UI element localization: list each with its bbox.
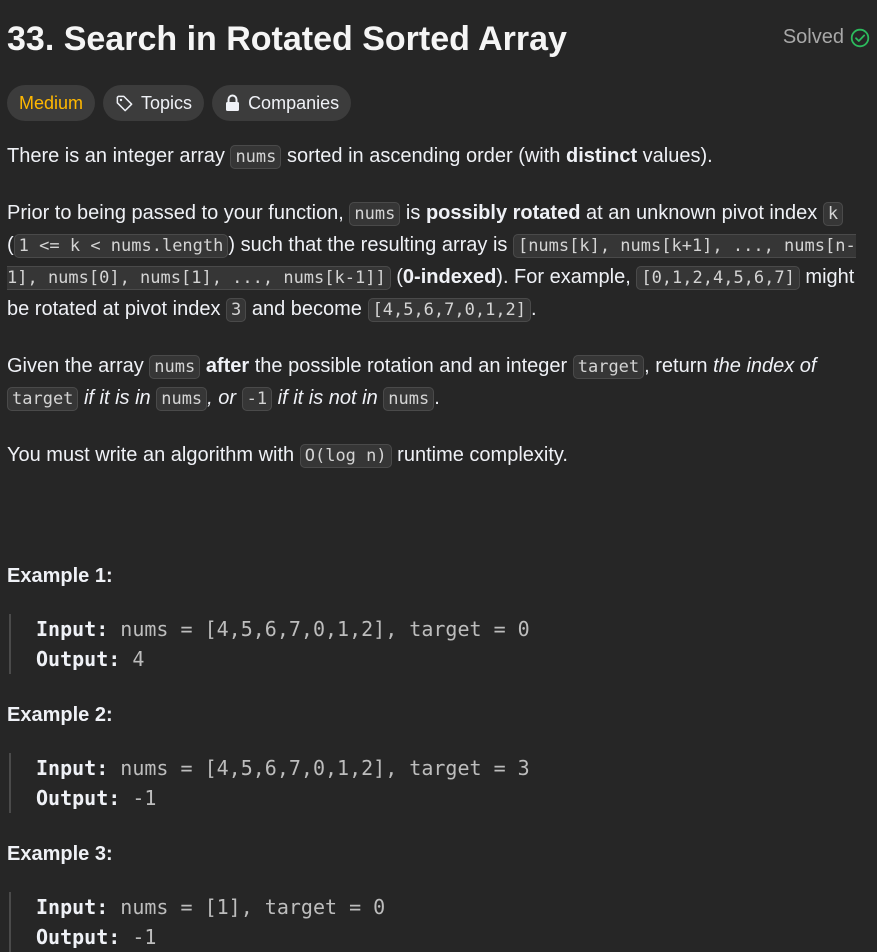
text: runtime complexity. [391,444,568,466]
text: ) such that the resulting array is [228,234,513,256]
bold-text: after [205,355,250,377]
output-label: Output: [36,925,121,949]
input-label: Input: [36,756,109,780]
inline-code: [0,1,2,4,5,6,7] [636,266,800,290]
text: You must write an algorithm with [7,444,300,466]
example-title: Example 3: [7,843,113,865]
text: ( [7,234,14,256]
input-value: nums = [4,5,6,7,0,1,2], target = 3 [120,756,530,780]
output-value: 4 [132,647,145,671]
companies-button[interactable]: Companies [212,85,352,121]
difficulty-badge: Medium [7,85,96,121]
description-paragraph-1: There is an integer array nums sorted in… [7,141,870,173]
difficulty-label: Medium [19,92,84,113]
companies-label: Companies [248,92,340,113]
text: Prior to being passed to your function, [7,202,350,224]
text: There is an integer array [7,145,231,167]
problem-title[interactable]: 33. Search in Rotated Sorted Array [7,20,567,59]
text: . [531,298,537,320]
problem-header: 33. Search in Rotated Sorted Array Solve… [7,0,870,80]
text: ( [390,266,403,288]
bold-text: distinct [565,145,638,167]
text: and become [246,298,368,320]
example-block: Input: nums = [1], target = 0 Output: -1 [9,892,870,952]
inline-code: O(log n) [299,444,392,468]
text: sorted in ascending order (with [281,145,566,167]
italic-text: if it is not in [272,387,384,409]
check-circle-icon [850,28,870,47]
topics-button[interactable]: Topics [103,85,205,121]
example-block: Input: nums = [4,5,6,7,0,1,2], target = … [9,614,870,674]
example-1: Example 1: Input: nums = [4,5,6,7,0,1,2]… [7,561,870,674]
text: values). [637,145,713,167]
inline-code: nums [156,387,208,411]
inline-code: nums [383,387,435,411]
italic-text: , or [207,387,242,409]
example-output-line: Output: -1 [36,783,870,813]
inline-code: nums [230,145,282,169]
example-input-line: Input: nums = [4,5,6,7,0,1,2], target = … [36,614,870,644]
inline-code: 1 <= k < nums.length [13,234,229,258]
example-output-line: Output: 4 [36,644,870,674]
example-output-line: Output: -1 [36,922,870,952]
example-block: Input: nums = [4,5,6,7,0,1,2], target = … [9,753,870,813]
input-value: nums = [1], target = 0 [120,895,386,919]
output-label: Output: [36,786,121,810]
text: the possible rotation and an integer [249,355,573,377]
output-value: -1 [132,786,157,810]
bold-text: possibly rotated [425,202,581,224]
output-label: Output: [36,647,121,671]
problem-tags: Medium Topics Companies [7,85,870,121]
example-title: Example 2: [7,704,113,726]
text: is [400,202,426,224]
topics-label: Topics [141,92,193,113]
inline-code: 3 [226,298,247,322]
lock-icon [226,94,240,111]
text: , return [644,355,714,377]
problem-description-panel: 33. Search in Rotated Sorted Array Solve… [0,0,877,952]
italic-text: the index of [713,355,817,377]
input-label: Input: [36,617,109,641]
text: . [434,387,440,409]
inline-code: -1 [241,387,273,411]
text: at an unknown pivot index [580,202,823,224]
solved-status: Solved [783,26,870,49]
inline-code: [4,5,6,7,0,1,2] [367,298,532,322]
example-input-line: Input: nums = [1], target = 0 [36,892,870,922]
example-title: Example 1: [7,565,113,587]
description-paragraph-2: Prior to being passed to your function, … [7,198,870,326]
inline-code: target [7,387,79,411]
inline-code: k [822,202,844,226]
solved-label: Solved [782,26,844,48]
inline-code: nums [149,355,201,379]
example-input-line: Input: nums = [4,5,6,7,0,1,2], target = … [36,753,870,783]
inline-code: nums [349,202,401,226]
input-label: Input: [36,895,109,919]
italic-text: if it is in [78,387,157,409]
tag-icon [116,95,133,111]
input-value: nums = [4,5,6,7,0,1,2], target = 0 [120,617,530,641]
description-paragraph-3: Given the array nums after the possible … [7,351,870,415]
text: ). For example, [496,266,637,288]
example-2: Example 2: Input: nums = [4,5,6,7,0,1,2]… [7,700,870,813]
output-value: -1 [132,925,157,949]
example-3: Example 3: Input: nums = [1], target = 0… [7,839,870,952]
problem-content: There is an integer array nums sorted in… [7,141,870,952]
bold-text: 0-indexed [402,266,497,288]
description-paragraph-4: You must write an algorithm with O(log n… [7,440,870,472]
inline-code: target [572,355,645,379]
text: Given the array [7,355,150,377]
